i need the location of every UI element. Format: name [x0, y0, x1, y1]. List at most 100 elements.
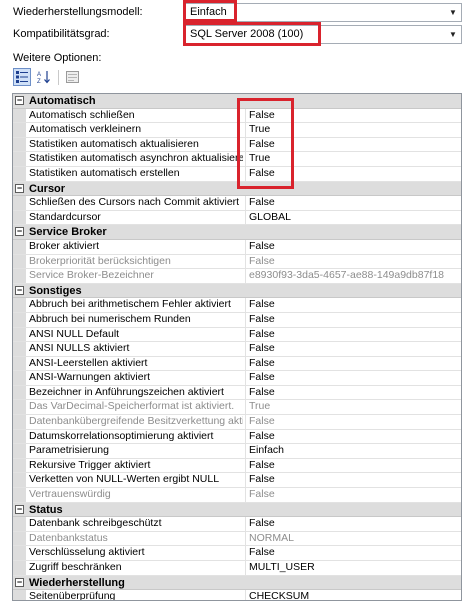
property-value[interactable]: False: [249, 240, 459, 254]
collapse-icon[interactable]: −: [15, 285, 24, 295]
property-name: Service Broker-Bezeichner: [29, 269, 154, 282]
category-header[interactable]: − Wiederherstellung: [13, 575, 461, 591]
property-row[interactable]: ANSI NULLS aktiviert False: [13, 342, 461, 357]
property-value[interactable]: MULTI_USER: [249, 561, 459, 575]
property-value[interactable]: False: [249, 328, 459, 342]
row-gutter: [13, 356, 26, 371]
column-divider[interactable]: [245, 400, 246, 415]
property-row[interactable]: Brokerpriorität berücksichtigen False: [13, 254, 461, 270]
property-value[interactable]: False: [249, 459, 459, 473]
column-divider[interactable]: [245, 196, 246, 210]
property-pages-button[interactable]: [63, 68, 81, 86]
property-row[interactable]: Verschlüsselung aktiviert False: [13, 546, 461, 561]
collapse-icon[interactable]: −: [15, 96, 24, 105]
property-value[interactable]: CHECKSUM: [249, 590, 459, 600]
property-row[interactable]: Schließen des Cursors nach Commit aktivi…: [13, 196, 461, 211]
category-header[interactable]: − Status: [13, 502, 461, 518]
collapse-icon[interactable]: −: [15, 227, 24, 237]
property-row[interactable]: Vertrauenswürdig False: [13, 488, 461, 503]
alphabetical-sort-button[interactable]: A Z: [35, 68, 53, 86]
column-divider[interactable]: [245, 239, 246, 254]
category-title: Status: [29, 503, 63, 516]
column-divider[interactable]: [245, 298, 246, 312]
property-value: e8930f93-3da5-4657-ae88-149a9db87f18: [249, 269, 445, 282]
property-row[interactable]: Standardcursor GLOBAL: [13, 210, 461, 226]
property-row[interactable]: Abbruch bei arithmetischem Fehler aktivi…: [13, 298, 461, 313]
property-value[interactable]: False: [249, 517, 459, 531]
column-divider[interactable]: [245, 385, 246, 400]
categorized-view-button[interactable]: [13, 68, 31, 86]
property-value[interactable]: False: [249, 546, 459, 560]
chevron-down-icon[interactable]: ▼: [445, 4, 461, 21]
row-gutter: [13, 327, 26, 342]
property-name: Rekursive Trigger aktiviert: [29, 458, 151, 471]
category-header[interactable]: − Sonstiges: [13, 283, 461, 299]
property-value[interactable]: False: [249, 371, 459, 385]
column-divider[interactable]: [245, 327, 246, 342]
column-divider[interactable]: [245, 210, 246, 225]
property-value[interactable]: False: [249, 386, 459, 400]
property-value[interactable]: Einfach: [249, 444, 459, 458]
property-row[interactable]: Service Broker-Bezeichner e8930f93-3da5-4…: [13, 269, 461, 284]
property-value[interactable]: False: [249, 473, 459, 487]
svg-text:A: A: [37, 72, 41, 78]
property-row[interactable]: ANSI-Leerstellen aktiviert False: [13, 356, 461, 372]
column-divider[interactable]: [245, 561, 246, 575]
column-divider[interactable]: [245, 517, 246, 531]
toolbar-separator: [58, 70, 59, 85]
column-divider[interactable]: [245, 531, 246, 546]
column-divider[interactable]: [245, 371, 246, 385]
property-value[interactable]: False: [249, 196, 459, 210]
column-divider[interactable]: [245, 269, 246, 283]
collapse-icon[interactable]: −: [15, 183, 24, 193]
column-divider[interactable]: [245, 590, 246, 600]
property-name: Verketten von NULL-Werten ergibt NULL: [29, 473, 220, 486]
property-row[interactable]: ANSI NULL Default False: [13, 327, 461, 343]
property-name: Automatisch schließen: [29, 108, 135, 121]
property-value[interactable]: False: [249, 342, 459, 356]
property-row[interactable]: Bezeichner in Anführungszeichen aktivier…: [13, 385, 461, 401]
property-value[interactable]: False: [249, 313, 459, 327]
column-divider[interactable]: [245, 429, 246, 444]
property-row[interactable]: Datenbankstatus NORMAL: [13, 531, 461, 547]
column-divider[interactable]: [245, 356, 246, 371]
column-divider[interactable]: [245, 312, 246, 327]
property-row[interactable]: Das VarDecimal-Speicherformat ist aktivi…: [13, 400, 461, 416]
collapse-icon[interactable]: −: [15, 504, 24, 514]
column-divider[interactable]: [245, 488, 246, 502]
column-divider[interactable]: [245, 254, 246, 269]
row-gutter: [13, 123, 26, 137]
category-title: Sonstiges: [29, 284, 82, 297]
property-value[interactable]: False: [249, 430, 459, 444]
property-value[interactable]: GLOBAL: [249, 211, 459, 225]
property-row[interactable]: Datumskorrelationsoptimierung aktiviert F…: [13, 429, 461, 445]
property-value[interactable]: False: [249, 298, 459, 312]
collapse-icon[interactable]: −: [15, 577, 24, 587]
property-row[interactable]: Zugriff beschränken MULTI_USER: [13, 561, 461, 576]
property-row[interactable]: Datenbank schreibgeschützt False: [13, 517, 461, 532]
property-name: Standardcursor: [29, 210, 101, 223]
row-gutter: [13, 385, 26, 400]
column-divider[interactable]: [245, 546, 246, 560]
property-row[interactable]: Broker aktiviert False: [13, 239, 461, 255]
property-row[interactable]: Abbruch bei numerischem Runden False: [13, 312, 461, 328]
row-gutter: [13, 517, 26, 531]
property-value[interactable]: False: [249, 357, 459, 371]
column-divider[interactable]: [245, 342, 246, 356]
categorized-icon: [16, 71, 28, 83]
property-row[interactable]: Parametrisierung Einfach: [13, 444, 461, 459]
property-row[interactable]: ANSI-Warnungen aktiviert False: [13, 371, 461, 386]
column-divider[interactable]: [245, 415, 246, 429]
property-row[interactable]: Rekursive Trigger aktiviert False: [13, 458, 461, 474]
property-value: False: [249, 488, 275, 501]
column-divider[interactable]: [245, 473, 246, 488]
chevron-down-icon[interactable]: ▼: [445, 26, 461, 43]
column-divider[interactable]: [245, 458, 246, 473]
property-row[interactable]: Datenbankübergreifende Besitzverkettung …: [13, 415, 461, 430]
column-divider[interactable]: [245, 444, 246, 458]
row-gutter: [13, 312, 26, 327]
property-row[interactable]: Verketten von NULL-Werten ergibt NULL Fal…: [13, 473, 461, 489]
property-row[interactable]: Seitenüberprüfung CHECKSUM: [13, 590, 461, 600]
category-header[interactable]: − Service Broker: [13, 225, 461, 240]
more-options-label: Weitere Optionen:: [13, 52, 102, 64]
